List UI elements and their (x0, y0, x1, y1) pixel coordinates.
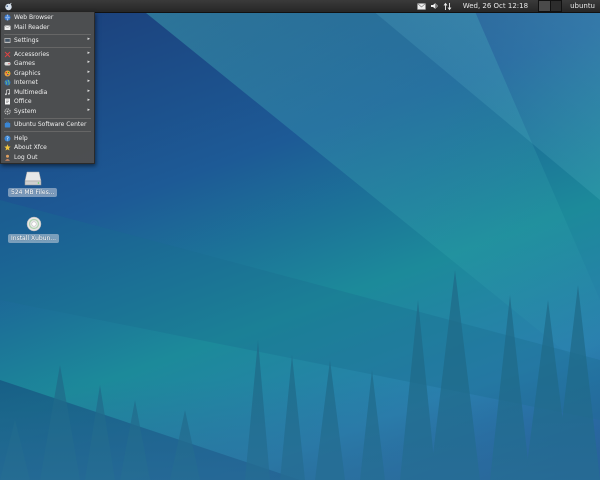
menu-separator (4, 131, 91, 132)
svg-text:?: ? (6, 136, 9, 142)
menu-item-system[interactable]: System ▸ (1, 107, 94, 117)
menu-item-label: System (14, 107, 37, 115)
install-disc-icon (26, 216, 41, 232)
system-icon (4, 108, 11, 115)
menu-item-graphics[interactable]: Graphics ▸ (1, 69, 94, 79)
menu-item-label: Settings (14, 37, 39, 45)
menu-item-games[interactable]: Games ▸ (1, 59, 94, 69)
desktop-icon-label: Install Xubun... (8, 234, 60, 243)
settings-icon (4, 37, 11, 44)
workspace-switcher[interactable] (538, 0, 563, 12)
menu-item-label: Mail Reader (14, 23, 50, 31)
submenu-arrow-icon: ▸ (87, 59, 90, 65)
desktop-icon-install[interactable]: Install Xubun... (8, 216, 60, 243)
games-icon (4, 60, 11, 67)
log-out-icon (4, 154, 11, 161)
submenu-arrow-icon: ▸ (87, 106, 90, 113)
accessories-icon (4, 51, 11, 58)
menu-item-internet[interactable]: Internet ▸ (1, 78, 94, 88)
menu-item-help[interactable]: ? Help (1, 134, 94, 144)
office-icon (4, 98, 11, 105)
software-center-icon (4, 121, 11, 128)
menu-item-label: Graphics (14, 69, 41, 77)
menu-item-about-xfce[interactable]: About Xfce (1, 143, 94, 153)
menu-item-software-center[interactable]: Ubuntu Software Center (1, 120, 94, 130)
menu-item-label: Ubuntu Software Center (14, 121, 87, 129)
menu-separator (4, 117, 91, 119)
menu-item-label: Accessories (14, 50, 50, 58)
menu-separator (4, 47, 91, 48)
menu-item-label: Office (14, 98, 32, 106)
menu-item-multimedia[interactable]: Multimedia ▸ (1, 88, 94, 98)
applications-menu-button[interactable] (2, 1, 14, 11)
clock[interactable]: Wed, 26 Oct 12:18 (463, 0, 528, 12)
menu-item-label: Games (14, 60, 35, 68)
graphics-icon (4, 70, 11, 77)
web-browser-icon (4, 14, 11, 22)
menu-item-log-out[interactable]: Log Out (1, 153, 94, 163)
applications-menu: Web Browser Mail Reader Settings ▸ Acces… (0, 12, 95, 164)
desktop[interactable]: Wed, 26 Oct 12:18 ubuntu Web Browser Mai… (0, 0, 600, 480)
menu-separator (4, 33, 91, 35)
menu-item-label: Log Out (14, 153, 38, 161)
menu-item-mail-reader[interactable]: Mail Reader (1, 23, 94, 33)
menu-item-label: Web Browser (14, 14, 54, 22)
mail-reader-icon (4, 24, 11, 31)
menu-item-label: Multimedia (14, 88, 48, 96)
menu-item-accessories[interactable]: Accessories ▸ (1, 50, 94, 60)
submenu-arrow-icon: ▸ (87, 78, 90, 84)
menu-item-web-browser[interactable]: Web Browser (1, 13, 94, 23)
volume-icon[interactable] (430, 1, 440, 11)
network-icon[interactable] (443, 1, 453, 11)
internet-icon (4, 79, 11, 86)
xfce-logo-icon (4, 2, 12, 10)
menu-item-label: About Xfce (14, 144, 47, 152)
menu-item-label: Internet (14, 79, 38, 87)
drive-icon (24, 171, 42, 186)
menu-item-settings[interactable]: Settings ▸ (1, 36, 94, 46)
mail-icon[interactable] (417, 1, 427, 11)
menu-item-label: Help (14, 134, 28, 142)
workspace-2[interactable] (550, 1, 562, 11)
desktop-icon-label: 524 MB Files... (8, 188, 58, 197)
submenu-arrow-icon: ▸ (87, 68, 90, 75)
submenu-arrow-icon: ▸ (87, 49, 90, 56)
submenu-arrow-icon: ▸ (87, 97, 90, 103)
submenu-arrow-icon: ▸ (87, 36, 90, 42)
multimedia-icon (4, 88, 11, 96)
user-menu[interactable]: ubuntu (570, 0, 595, 12)
help-icon: ? (4, 135, 11, 142)
submenu-arrow-icon: ▸ (87, 87, 90, 94)
menu-item-office[interactable]: Office ▸ (1, 97, 94, 107)
workspace-1[interactable] (539, 1, 551, 11)
desktop-icon-drive[interactable]: 524 MB Files... (8, 170, 58, 197)
about-icon (4, 144, 11, 151)
system-tray: Wed, 26 Oct 12:18 ubuntu (414, 0, 600, 12)
